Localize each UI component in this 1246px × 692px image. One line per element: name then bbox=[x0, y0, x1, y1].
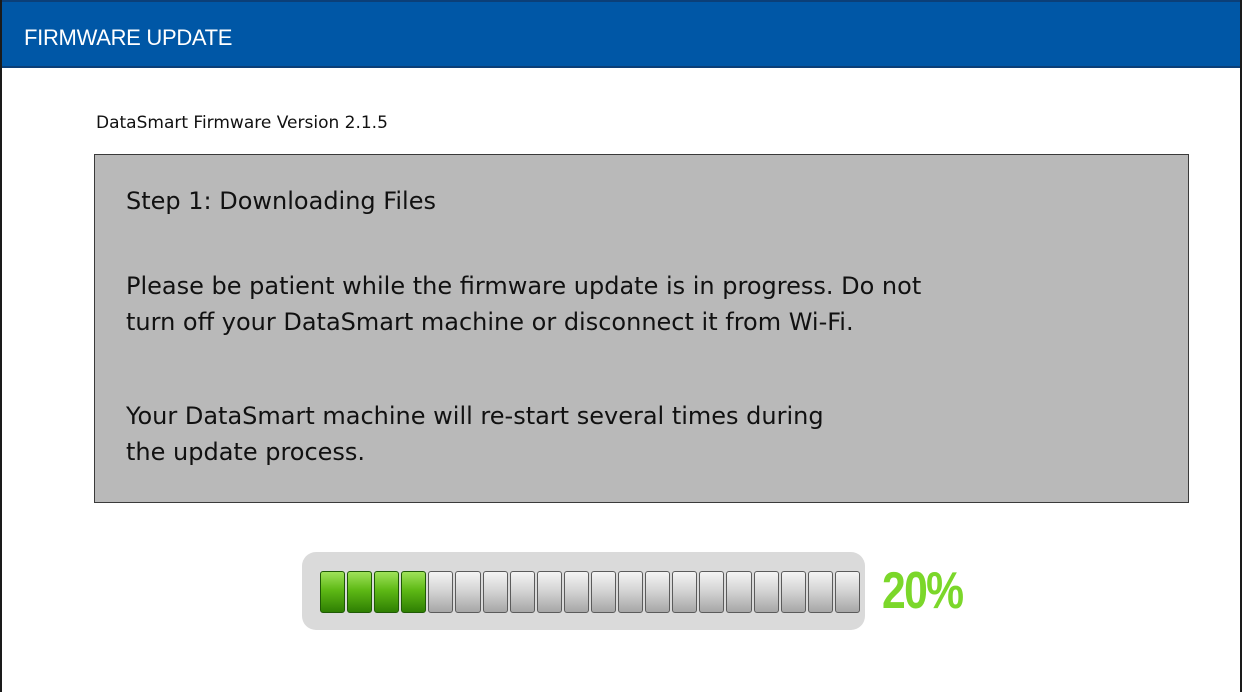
progress-segment-empty bbox=[780, 571, 806, 613]
firmware-update-window: FIRMWARE UPDATE DataSmart Firmware Versi… bbox=[0, 0, 1242, 692]
progress-segment-empty bbox=[509, 571, 535, 613]
progress-segment-filled bbox=[347, 571, 373, 613]
progress-segment-filled bbox=[320, 571, 346, 613]
title-bar: FIRMWARE UPDATE bbox=[2, 0, 1240, 68]
progress-segment-empty bbox=[590, 571, 617, 613]
step-heading: Step 1: Downloading Files bbox=[126, 187, 436, 215]
progress-segment-empty bbox=[536, 571, 562, 613]
progress-segment-empty bbox=[807, 571, 833, 613]
progress-segment-empty bbox=[753, 571, 779, 613]
progress-bar bbox=[302, 552, 865, 630]
restart-notice-text: Your DataSmart machine will re-start sev… bbox=[126, 398, 1026, 470]
firmware-version-label: DataSmart Firmware Version 2.1.5 bbox=[96, 113, 388, 133]
patience-warning-text: Please be patient while the firmware upd… bbox=[126, 268, 1156, 340]
progress-segments bbox=[320, 571, 860, 613]
window-title: FIRMWARE UPDATE bbox=[24, 25, 233, 50]
progress-indicator: 20% bbox=[302, 552, 967, 630]
progress-segment-empty bbox=[672, 571, 698, 613]
restart-notice-line-2: the update process. bbox=[126, 438, 366, 466]
patience-warning-line-2: turn off your DataSmart machine or disco… bbox=[126, 308, 854, 336]
patience-warning-line-1: Please be patient while the firmware upd… bbox=[126, 272, 922, 300]
progress-segment-empty bbox=[563, 571, 589, 613]
update-status-panel: Step 1: Downloading Files Please be pati… bbox=[94, 154, 1189, 503]
progress-segment-empty bbox=[834, 571, 860, 613]
progress-segment-empty bbox=[455, 571, 481, 613]
progress-percent-label: 20% bbox=[882, 562, 964, 620]
progress-segment-filled bbox=[401, 571, 427, 613]
progress-segment-empty bbox=[726, 571, 752, 613]
progress-segment-empty bbox=[428, 571, 454, 613]
progress-segment-empty bbox=[482, 571, 508, 613]
progress-segment-empty bbox=[618, 571, 644, 613]
progress-segment-empty bbox=[645, 571, 671, 613]
progress-segment-filled bbox=[374, 571, 400, 613]
restart-notice-line-1: Your DataSmart machine will re-start sev… bbox=[126, 402, 824, 430]
progress-segment-empty bbox=[699, 571, 725, 613]
